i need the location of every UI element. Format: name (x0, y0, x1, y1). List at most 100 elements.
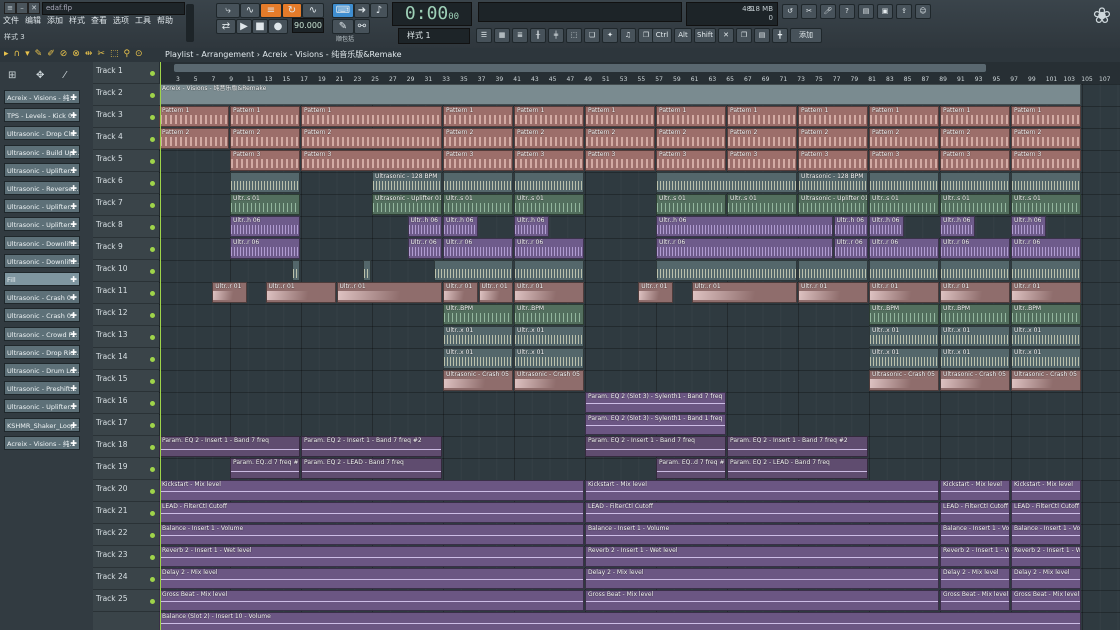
playlist-clip[interactable]: Pattern 3 (656, 150, 726, 171)
playlist-clip[interactable]: Ultr..r 01 (798, 282, 868, 303)
playlist-clip[interactable]: Balance - Insert 1 - Volume (159, 524, 584, 545)
track-header[interactable]: Track 5 (93, 150, 159, 172)
playlist-clip[interactable]: Param. EQ 2 - Insert 1 - Band 7 freq #2 (301, 436, 442, 457)
playlist-clip[interactable]: Balance - Insert 1 - Volume (585, 524, 939, 545)
playlist-clip[interactable]: Ultr..r 06 (869, 238, 939, 259)
channel-button[interactable]: Ultrasonic - Crash 04 ✚ (4, 290, 80, 305)
playlist-clip[interactable] (230, 172, 300, 193)
plus-icon[interactable]: ✚ (70, 364, 77, 376)
playlist-clip[interactable]: Ultr..BPM (869, 304, 939, 325)
plus-icon[interactable]: ✚ (70, 237, 77, 249)
playlist-clip[interactable]: Pattern 2 (656, 128, 726, 149)
playlist-clip[interactable]: Ultr..r 01 (1011, 282, 1081, 303)
playlist-clip[interactable]: Ultrasonic - 128 BPM (372, 172, 442, 193)
track-enable-led[interactable] (150, 467, 155, 472)
playlist-clip[interactable]: Pattern 2 (301, 128, 442, 149)
playlist-clip[interactable]: Ultr..r 01 (869, 282, 939, 303)
plus-icon[interactable]: ✚ (70, 400, 77, 412)
playlist-clip[interactable]: Pattern 1 (798, 106, 868, 127)
playlist-clip[interactable]: Ultrasonic - Crash 05 (1011, 370, 1081, 391)
playlist-clip[interactable] (434, 260, 513, 281)
cut-icon[interactable]: ✂ (801, 4, 817, 19)
zoom-icon[interactable]: ⚲ (123, 49, 130, 59)
channel-button[interactable]: Ultrasonic - Drop Cla... ✚ (4, 126, 80, 141)
plus-icon[interactable]: ✚ (70, 182, 77, 194)
track-header[interactable]: Track 10 (93, 260, 159, 282)
playlist-clip[interactable]: Ultr..s 01 (230, 194, 300, 215)
menu-file[interactable]: 文件 (0, 14, 22, 28)
playlist-clip[interactable]: Pattern 3 (940, 150, 1010, 171)
playlist-clip[interactable]: Delay 2 - Mix level (1011, 568, 1081, 589)
playlist-clip[interactable]: Pattern 1 (940, 106, 1010, 127)
export-icon[interactable]: ⇪ (896, 4, 912, 19)
track-header[interactable]: Track 4 (93, 128, 159, 150)
playlist-clip[interactable]: Pattern 1 (301, 106, 442, 127)
channel-button[interactable]: Ultrasonic - Crowd F... ✚ (4, 326, 80, 341)
playlist-clip[interactable]: Ultr..h 06 (1011, 216, 1046, 237)
track-enable-led[interactable] (150, 423, 155, 428)
playlist-clip[interactable]: Pattern 3 (443, 150, 513, 171)
playlist-clip[interactable]: Param. EQ 2 - Insert 1 - Band 7 freq #2 (727, 436, 868, 457)
stop-button[interactable]: ■ (252, 19, 268, 34)
track-enable-led[interactable] (150, 489, 155, 494)
playlist-clip[interactable]: Pattern 2 (1011, 128, 1081, 149)
chat-icon[interactable]: ☺ (915, 4, 931, 19)
track-header[interactable]: Track 3 (93, 106, 159, 128)
channel-button[interactable]: Ultrasonic - Uplifter... ✚ (4, 199, 80, 214)
mic-icon[interactable]: 🎤︎ (820, 4, 836, 19)
menu-edit[interactable]: 编辑 (22, 14, 44, 28)
playlist-clip[interactable]: Ultrasonic - 128 BPM (798, 172, 868, 193)
track-header[interactable]: Track 13 (93, 326, 159, 348)
playlist-clip[interactable]: Balance (Slot 2) - Insert 10 - Volume (159, 612, 1081, 630)
move-icon[interactable]: ✥ (36, 70, 44, 81)
playlist-clip[interactable]: Reverb 2 - Insert 1 - Wet level (585, 546, 939, 567)
snap-button[interactable]: ✎ (332, 19, 354, 34)
playlist-clip[interactable]: Pattern 2 (940, 128, 1010, 149)
track-header[interactable]: Track 6 (93, 172, 159, 194)
playlist-clip[interactable]: Pattern 1 (869, 106, 939, 127)
playlist-clip[interactable]: Ultr..h 06 (656, 216, 833, 237)
record-button[interactable]: ● (268, 19, 288, 34)
playlist-clip[interactable]: Ultrasonic - Crash 05 (443, 370, 513, 391)
playlist-clip[interactable]: Ultr..x 01 (940, 348, 1010, 369)
paste-icon[interactable]: ▤ (754, 28, 770, 43)
playlist-clip[interactable]: Kickstart - Mix level (940, 480, 1010, 501)
channel-button[interactable]: Ultrasonic - Build Up... ✚ (4, 144, 80, 159)
track-header[interactable]: Track 18 (93, 436, 159, 458)
track-header[interactable]: Track 2 (93, 84, 159, 106)
plus-icon[interactable]: ✚ (70, 109, 77, 121)
channel-button[interactable]: Ultrasonic - Drum Lo... ✚ (4, 363, 80, 377)
plus-icon[interactable]: ✚ (70, 218, 77, 230)
playlist-clip[interactable]: Pattern 3 (1011, 150, 1081, 171)
channel-button[interactable]: Ultrasonic - Downlift... ✚ (4, 253, 80, 268)
playlist-clip[interactable]: Balance - Insert 1 - Volume (1011, 524, 1081, 545)
piano-roll-button[interactable]: ⌨ (332, 3, 354, 18)
step-button[interactable]: ➜ (354, 3, 370, 18)
playlist-clip[interactable]: Pattern 2 (230, 128, 300, 149)
playlist-clip[interactable]: Ultr..r 06 (1011, 238, 1081, 259)
channel-button[interactable]: Ultrasonic - Preshift... ✚ (4, 381, 80, 396)
playlist-clip[interactable]: Ultr..BPM (514, 304, 584, 325)
playlist-clip[interactable] (514, 260, 584, 281)
playlist-clip[interactable] (798, 260, 868, 281)
playlist-clip[interactable]: Param. EQ..d 7 freq #2 (230, 458, 300, 479)
track-header[interactable]: Track 16 (93, 392, 159, 414)
playlist-clip[interactable]: Ultr..h 06 (940, 216, 975, 237)
playlist-clip[interactable] (869, 260, 939, 281)
playlist-clip[interactable]: Ultr..x 01 (869, 326, 939, 347)
playlist-clip[interactable] (940, 172, 1010, 193)
link-button[interactable]: ⚯ (354, 19, 370, 34)
plus-icon[interactable]: ✚ (70, 328, 77, 340)
plus-icon[interactable]: ✚ (70, 291, 77, 303)
plus-icon[interactable]: ✚ (70, 146, 77, 158)
plus-icon[interactable]: ✚ (70, 346, 77, 358)
track-enable-led[interactable] (150, 511, 155, 516)
playlist-clip[interactable]: Pattern 1 (443, 106, 513, 127)
channel-button[interactable]: Ultrasonic - Uplifter... ✚ (4, 162, 80, 177)
playlist-clip[interactable] (1011, 172, 1081, 193)
playlist-clip[interactable]: Ultr..r 06 (230, 238, 300, 259)
playback-icon[interactable]: ⊙ (135, 49, 143, 59)
playlist-clip[interactable]: Pattern 2 (514, 128, 584, 149)
track-header[interactable]: Track 22 (93, 524, 159, 546)
plus-icon[interactable]: ✚ (70, 273, 77, 285)
